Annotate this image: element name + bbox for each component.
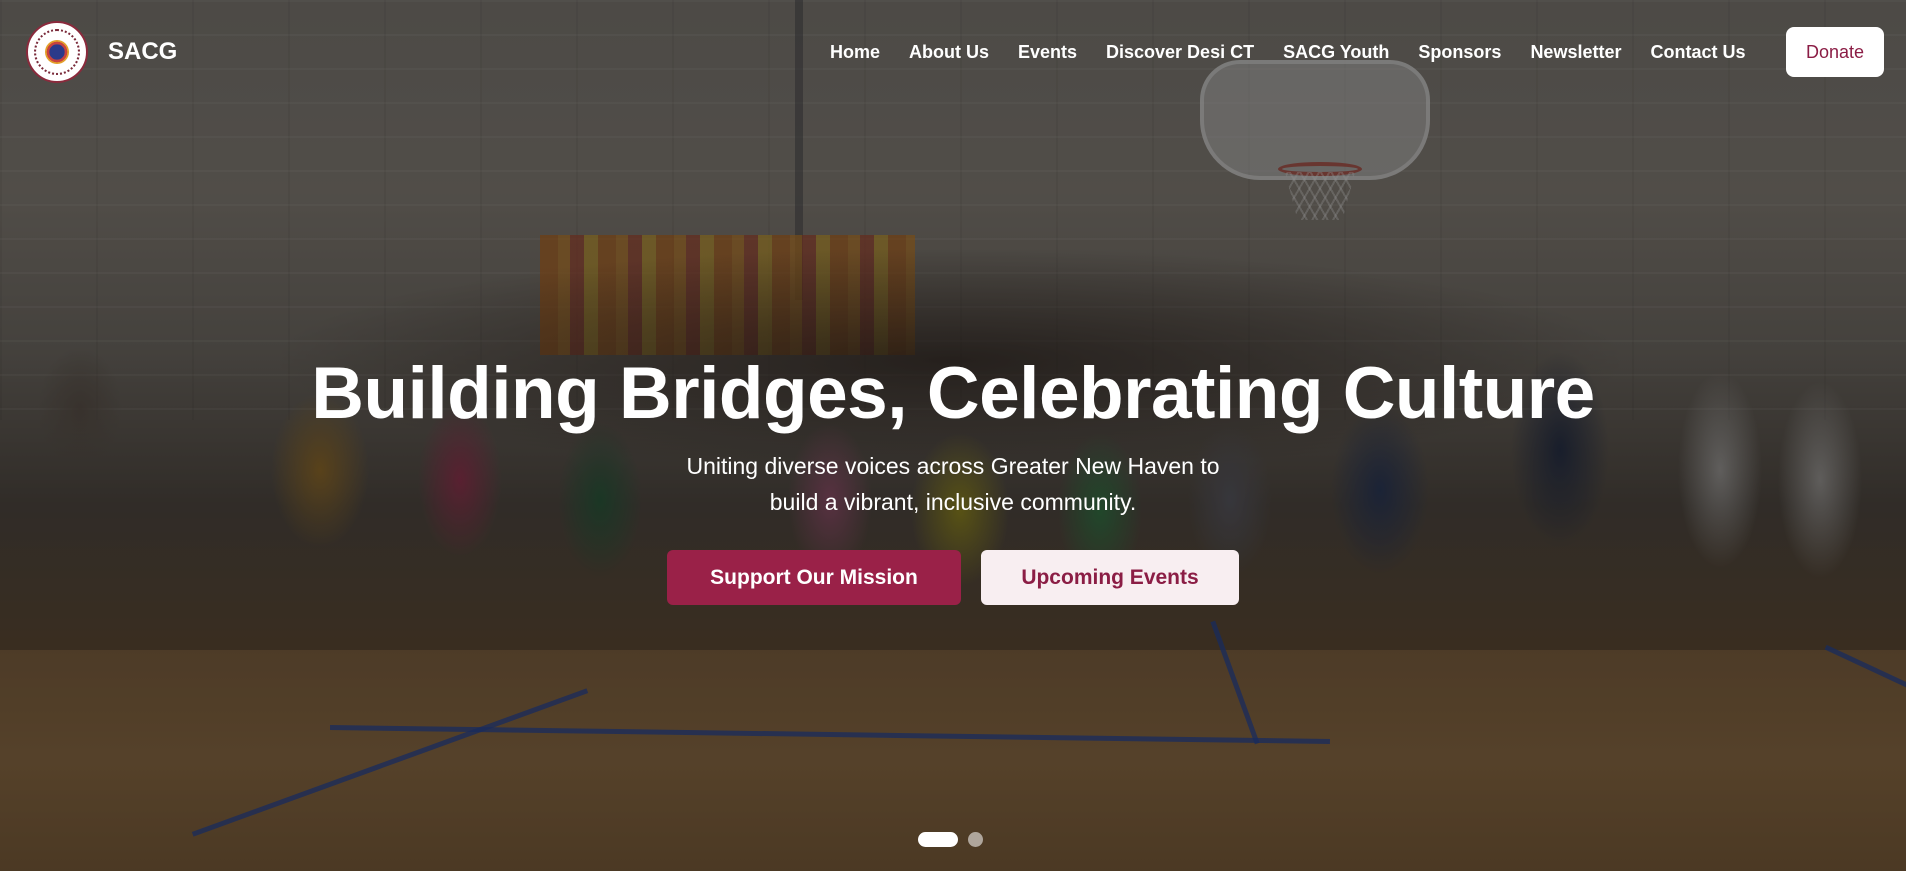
support-our-mission-button[interactable]: Support Our Mission <box>667 550 961 605</box>
hero-cta-row: Support Our Mission Upcoming Events <box>0 550 1906 605</box>
nav-contact-us[interactable]: Contact Us <box>1650 42 1745 63</box>
nav-sponsors[interactable]: Sponsors <box>1418 42 1501 63</box>
brand-name[interactable]: SACG <box>108 38 177 66</box>
nav-discover-desi-ct[interactable]: Discover Desi CT <box>1106 42 1254 63</box>
nav-newsletter[interactable]: Newsletter <box>1530 42 1621 63</box>
hero-section: SACG Home About Us Events Discover Desi … <box>0 0 1906 871</box>
main-nav: Home About Us Events Discover Desi CT SA… <box>815 27 1884 77</box>
hero-subtitle: Uniting diverse voices across Greater Ne… <box>686 453 1220 515</box>
sacg-logo[interactable] <box>26 21 88 83</box>
donate-button[interactable]: Donate <box>1786 27 1884 77</box>
hero-title: Building Bridges, Celebrating Culture <box>311 353 1595 434</box>
nav-home[interactable]: Home <box>830 42 880 63</box>
carousel-dot-2[interactable] <box>968 832 983 847</box>
nav-about-us[interactable]: About Us <box>909 42 989 63</box>
carousel-indicators <box>918 832 983 847</box>
nav-sacg-youth[interactable]: SACG Youth <box>1283 42 1389 63</box>
carousel-dot-1[interactable] <box>918 832 958 847</box>
site-header: SACG Home About Us Events Discover Desi … <box>0 0 1906 104</box>
nav-events[interactable]: Events <box>1018 42 1077 63</box>
hero-content: Building Bridges, Celebrating Culture Un… <box>0 352 1906 605</box>
upcoming-events-button[interactable]: Upcoming Events <box>981 550 1239 605</box>
